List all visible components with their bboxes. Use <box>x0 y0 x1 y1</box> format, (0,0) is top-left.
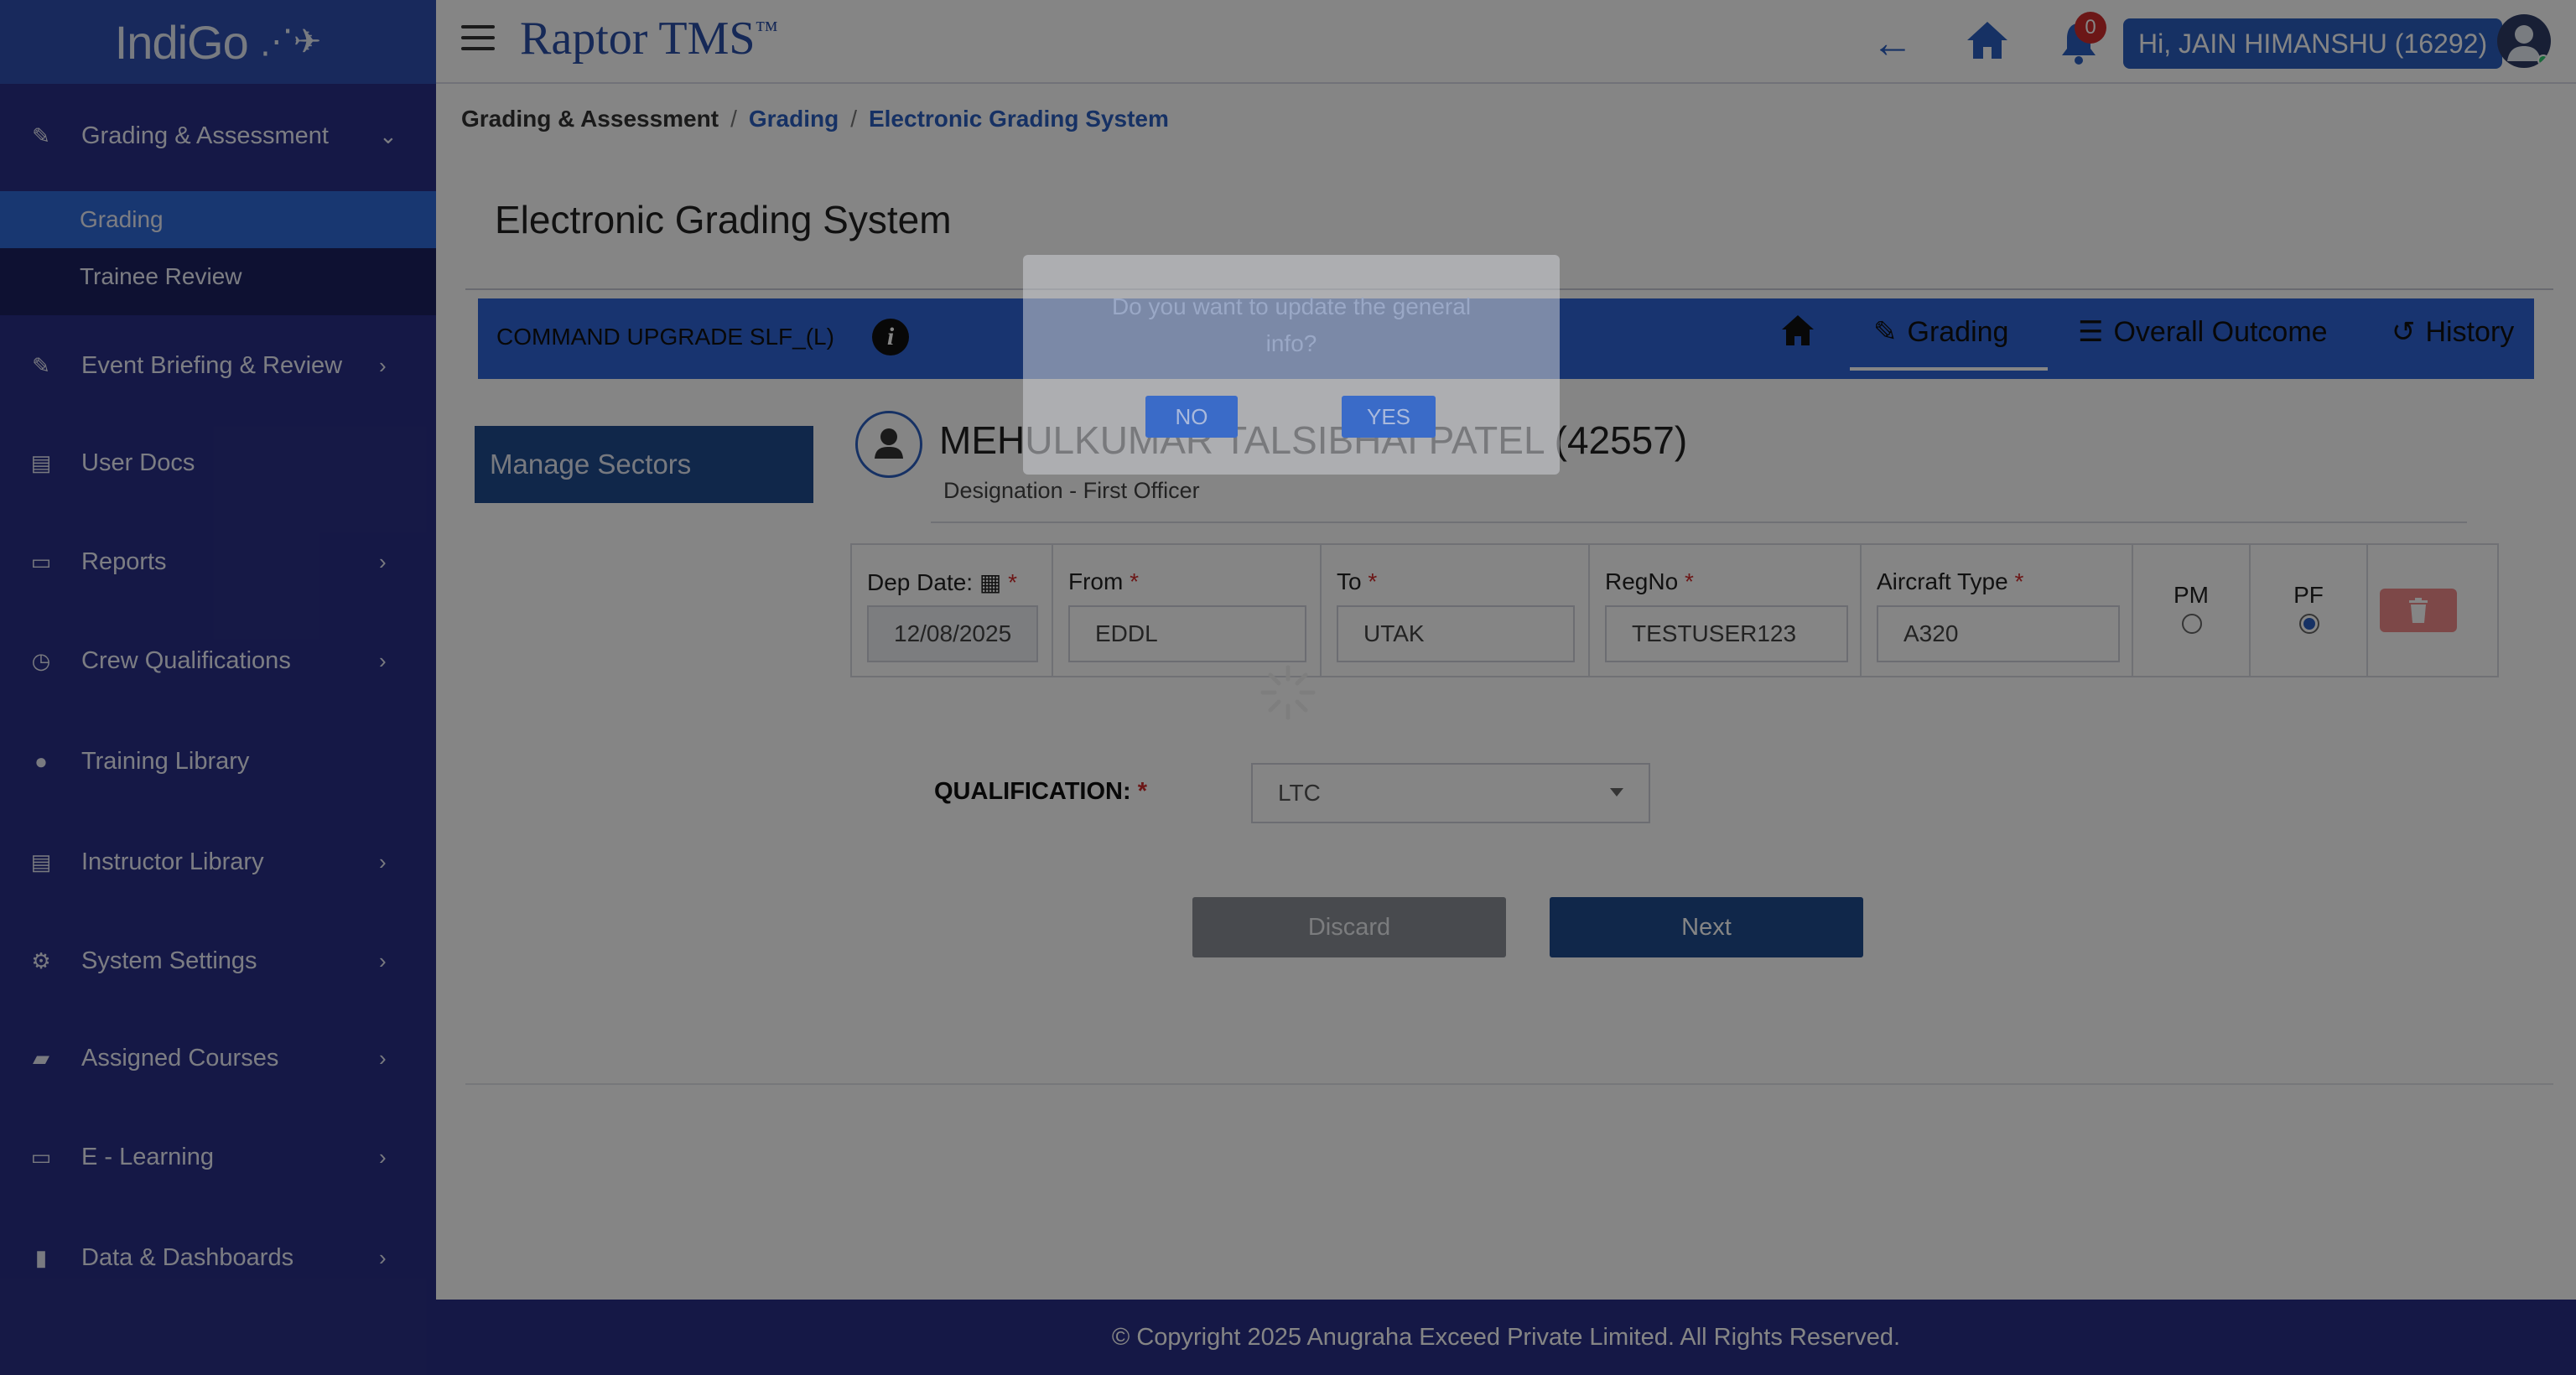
dialog-message: Do you want to update the general info? <box>1111 293 1472 356</box>
modal-backdrop[interactable] <box>0 0 2576 1375</box>
no-button[interactable]: NO <box>1145 396 1238 438</box>
yes-button[interactable]: YES <box>1342 396 1436 438</box>
confirm-dialog: Do you want to update the general info? … <box>1023 255 1560 475</box>
